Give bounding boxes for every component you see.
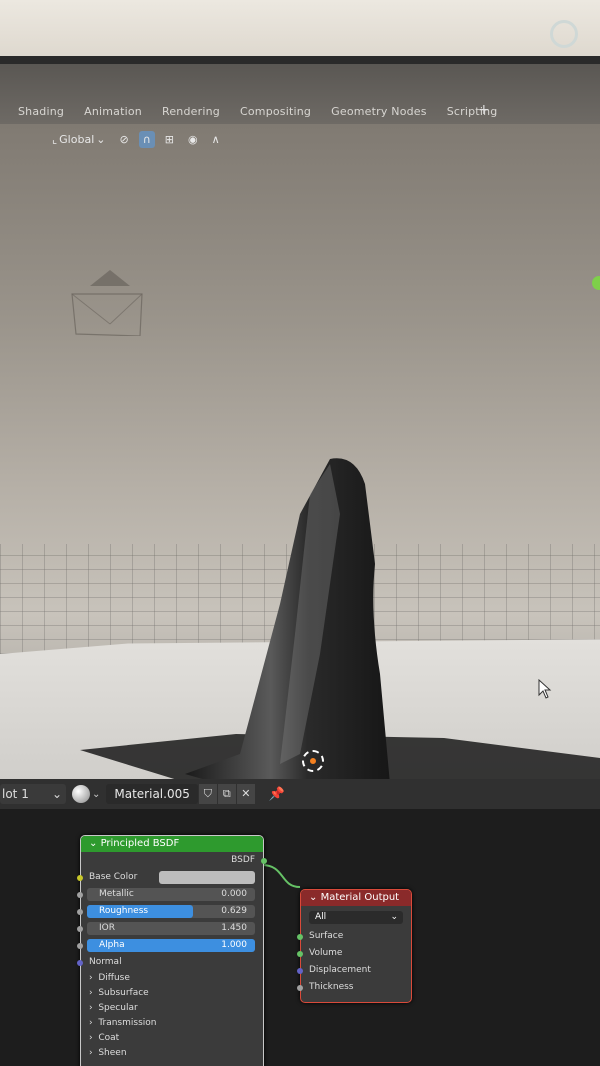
transform-orientation-dropdown[interactable]: ⌞ Global ⌄	[48, 131, 109, 148]
background-wall	[0, 0, 600, 62]
alpha-socket[interactable]	[77, 943, 83, 949]
material-selector: ⌄ Material.005 ⛉ ⧉ ✕ 📌	[72, 784, 285, 804]
alpha-row: Alpha 1.000	[77, 937, 263, 954]
snap-target-dropdown[interactable]: ⊞	[161, 131, 178, 148]
pivot-point-dropdown[interactable]: ⊘	[115, 131, 132, 148]
material-sphere-icon[interactable]	[72, 785, 90, 803]
metallic-row: Metallic 0.000	[77, 886, 263, 903]
3d-viewport[interactable]: ⌞ Global ⌄ ⊘ ∩ ⊞ ◉ ∧	[0, 124, 600, 779]
volume-socket[interactable]	[297, 951, 303, 957]
roughness-row: Roughness 0.629	[77, 903, 263, 920]
chevron-right-icon: ›	[89, 1003, 99, 1013]
unlink-material-close-icon[interactable]: ✕	[236, 784, 255, 804]
workspace-tabs: Shading Animation Rendering Compositing …	[18, 105, 517, 118]
mouse-pointer-icon	[538, 679, 552, 699]
metallic-field[interactable]: Metallic 0.000	[87, 888, 255, 901]
add-workspace-button[interactable]: +	[478, 102, 490, 118]
principled-bsdf-node[interactable]: ⌄ Principled BSDF BSDF Base Color Metall…	[77, 835, 267, 1066]
chevron-down-icon: ⌄	[89, 838, 101, 849]
surface-socket[interactable]	[297, 934, 303, 940]
chevron-right-icon: ›	[89, 988, 99, 998]
surface-row: Surface	[297, 928, 411, 945]
viewport-toolbar: ⌞ Global ⌄ ⊘ ∩ ⊞ ◉ ∧	[48, 128, 224, 150]
normal-socket[interactable]	[77, 960, 83, 966]
output-node-header[interactable]: ⌄ Material Output	[301, 890, 411, 906]
chevron-down-icon: ⌄	[51, 787, 62, 801]
chevron-right-icon: ›	[89, 1048, 99, 1058]
chevron-right-icon: ›	[89, 973, 99, 983]
chevron-down-icon: ⌄	[390, 912, 398, 922]
chevron-down-icon: ⌄	[96, 132, 106, 146]
proportional-edit-icon: ◉	[187, 132, 198, 146]
tab-geometry-nodes[interactable]: Geometry Nodes	[331, 105, 427, 118]
alpha-field[interactable]: Alpha 1.000	[87, 939, 255, 952]
light-object-icon[interactable]	[592, 276, 600, 290]
panel-transmission[interactable]: › Transmission	[81, 1016, 263, 1031]
ior-field[interactable]: IOR 1.450	[87, 922, 255, 935]
thickness-row: Thickness	[297, 979, 411, 996]
panel-diffuse[interactable]: › Diffuse	[81, 971, 263, 986]
material-name-field[interactable]: Material.005	[106, 784, 198, 804]
chevron-down-icon: ⌄	[92, 788, 101, 800]
volume-row: Volume	[297, 945, 411, 962]
panel-subsurface[interactable]: › Subsurface	[81, 986, 263, 1001]
tab-shading[interactable]: Shading	[18, 105, 64, 118]
chevron-right-icon: ›	[89, 1033, 99, 1043]
material-slot-dropdown[interactable]: lot 1 ⌄	[0, 784, 66, 804]
panel-coat[interactable]: › Coat	[81, 1031, 263, 1046]
3d-cursor[interactable]	[302, 750, 324, 772]
fake-user-shield-icon[interactable]: ⛉	[198, 784, 217, 804]
bsdf-output-row: BSDF	[81, 852, 267, 869]
displacement-socket[interactable]	[297, 968, 303, 974]
render-target-dropdown[interactable]: All ⌄	[309, 911, 403, 924]
shader-node-editor[interactable]: ⌄ Principled BSDF BSDF Base Color Metall…	[0, 809, 600, 1066]
cloak-mesh[interactable]	[180, 454, 440, 779]
wall-sticker-icon	[550, 20, 578, 48]
link-icon: ⊘	[119, 132, 129, 146]
ior-socket[interactable]	[77, 926, 83, 932]
chevron-right-icon: ›	[89, 1018, 99, 1028]
snap-toggle[interactable]: ∩	[138, 130, 155, 148]
node-editor-header: lot 1 ⌄ ⌄ Material.005 ⛉ ⧉ ✕ 📌	[0, 779, 600, 809]
tab-scripting[interactable]: Scripting	[447, 105, 498, 118]
thickness-socket[interactable]	[297, 985, 303, 991]
proportional-edit-toggle[interactable]: ◉	[184, 131, 202, 148]
bsdf-output-socket[interactable]	[261, 858, 267, 864]
ior-row: IOR 1.450	[77, 920, 263, 937]
tab-compositing[interactable]: Compositing	[240, 105, 311, 118]
metallic-socket[interactable]	[77, 892, 83, 898]
displacement-row: Displacement	[297, 962, 411, 979]
base-color-swatch[interactable]	[159, 871, 255, 884]
base-color-socket[interactable]	[77, 875, 83, 881]
snap-increment-icon: ⊞	[164, 132, 174, 146]
bsdf-node-header[interactable]: ⌄ Principled BSDF	[81, 836, 263, 852]
workspace-bar: Shading Animation Rendering Compositing …	[0, 64, 600, 124]
normal-row: Normal	[77, 954, 263, 971]
pin-icon[interactable]: 📌	[269, 787, 285, 802]
roughness-socket[interactable]	[77, 909, 83, 915]
panel-specular[interactable]: › Specular	[81, 1001, 263, 1016]
magnet-icon: ∩	[142, 132, 151, 146]
panel-sheen[interactable]: › Sheen	[81, 1046, 263, 1061]
orientation-icon: ⌞	[52, 132, 58, 146]
duplicate-material-icon[interactable]: ⧉	[217, 784, 236, 804]
base-color-row: Base Color	[77, 869, 263, 886]
material-output-node[interactable]: ⌄ Material Output All ⌄ Surface Volume D…	[297, 889, 412, 1003]
falloff-curve-icon: ∧	[211, 132, 220, 146]
chevron-down-icon: ⌄	[309, 892, 321, 903]
tab-rendering[interactable]: Rendering	[162, 105, 220, 118]
roughness-field[interactable]: Roughness 0.629	[87, 905, 255, 918]
camera-object-icon[interactable]	[70, 266, 150, 336]
falloff-dropdown[interactable]: ∧	[208, 131, 224, 148]
tab-animation[interactable]: Animation	[84, 105, 142, 118]
blender-window: Shading Animation Rendering Compositing …	[0, 64, 600, 1066]
